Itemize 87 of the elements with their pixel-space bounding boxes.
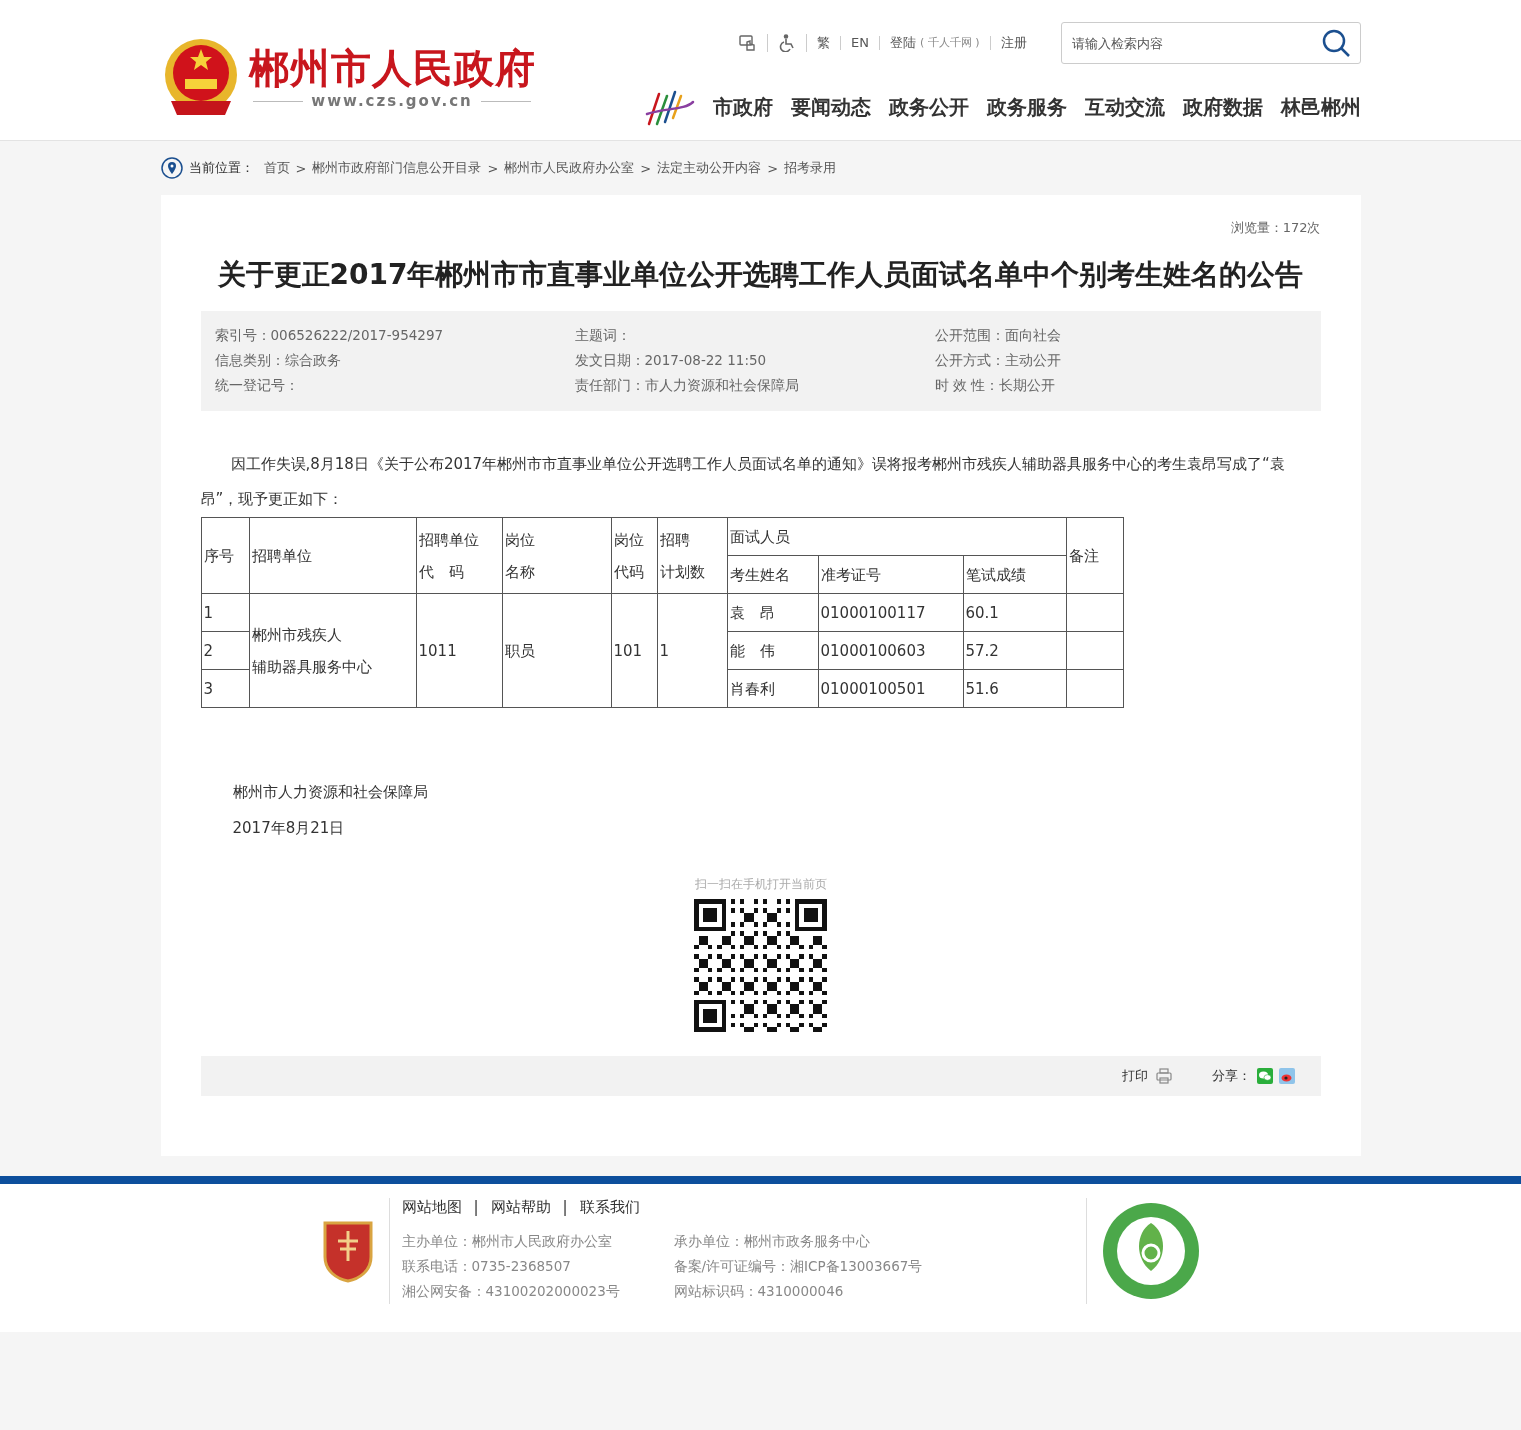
search-icon[interactable] bbox=[1320, 28, 1351, 58]
site-url: www.czs.gov.cn bbox=[253, 92, 531, 110]
nav-tab[interactable]: 林邑郴州 bbox=[1280, 93, 1361, 123]
footer-info: 湘公网安备：43100202000023号 bbox=[401, 1282, 621, 1301]
footer-link[interactable]: 网站地图 bbox=[401, 1198, 462, 1217]
table-cell: 01000100117 bbox=[818, 593, 963, 632]
view-count: 浏览量：172次 bbox=[1229, 219, 1321, 237]
signature-line: 郴州市人力资源和社会保障局 bbox=[232, 782, 429, 803]
breadcrumb-link[interactable]: 法定主动公开内容 bbox=[657, 159, 762, 177]
metadata-field: 责任部门：市人力资源和社会保障局 bbox=[574, 377, 935, 395]
link-separator: | bbox=[562, 1198, 568, 1217]
table-cell: 60.1 bbox=[963, 593, 1066, 632]
table-header-cell: 考生姓名 bbox=[727, 555, 818, 594]
footer-info: 承办单位：郴州市政务服务中心 bbox=[673, 1232, 871, 1251]
search-field[interactable]: 请输入检索内容 bbox=[1060, 22, 1361, 64]
table-cell: 51.6 bbox=[963, 669, 1066, 708]
accessibility-icon[interactable] bbox=[777, 34, 796, 52]
table-header-cell: 岗位 代码 bbox=[611, 517, 657, 594]
footer-link[interactable]: 联系我们 bbox=[579, 1198, 640, 1217]
nav-tab[interactable]: 要闻动态 bbox=[790, 93, 871, 123]
table-cell: 57.2 bbox=[963, 631, 1066, 670]
signature-line: 2017年8月21日 bbox=[232, 818, 346, 839]
metadata-field: 统一登记号： bbox=[214, 377, 575, 395]
metadata-field: 时 效 性：长期公开 bbox=[934, 377, 1307, 395]
breadcrumb-label: 当前位置： bbox=[188, 159, 254, 177]
table-cell: 职员 bbox=[502, 593, 611, 708]
table-header-cell: 序号 bbox=[201, 517, 249, 594]
breadcrumb-separator: > bbox=[640, 160, 652, 176]
article-title: 关于更正2017年郴州市市直事业单位公开选聘工作人员面试名单中个别考生姓名的公告 bbox=[216, 257, 1305, 293]
breadcrumb-link[interactable]: 郴州市政府部门信息公开目录 bbox=[312, 159, 482, 177]
table-header-cell: 面试人员 bbox=[727, 517, 1066, 556]
table-cell: 能 伟 bbox=[727, 631, 818, 670]
table-header-cell: 岗位 名称 bbox=[502, 517, 611, 594]
nav-tab[interactable]: 政务公开 bbox=[888, 93, 969, 123]
print-button[interactable]: 打印 bbox=[1121, 1067, 1148, 1085]
breadcrumb-link[interactable]: 郴州市人民政府办公室 bbox=[504, 159, 635, 177]
table-cell: 101 bbox=[611, 593, 657, 708]
table-cell: 1 bbox=[657, 593, 727, 708]
breadcrumb-separator: > bbox=[767, 160, 779, 176]
footer-info: 备案/许可证编号：湘ICP备13003667号 bbox=[673, 1257, 924, 1276]
colorful-strokes-icon bbox=[644, 88, 695, 128]
eye-logo-icon[interactable] bbox=[1278, 1068, 1295, 1084]
login-link[interactable]: 登陆 ( 千人千网 ) bbox=[879, 36, 991, 50]
share-label: 分享： bbox=[1211, 1067, 1251, 1085]
footer-link[interactable]: 网站帮助 bbox=[490, 1198, 551, 1217]
table-header-cell: 准考证号 bbox=[818, 555, 963, 594]
table-cell: 1 bbox=[201, 593, 249, 632]
article-paragraph: 因工作失误,8月18日《关于公布2017年郴州市市直事业单位公开选聘工作人员面试名单的通知》误将报考郴州市残疾人辅助器具服务中心的考生袁昂写成了“袁昂”，现予更正如下： bbox=[200, 454, 1286, 510]
location-pin-icon bbox=[160, 157, 183, 179]
nav-tab[interactable]: 市政府 bbox=[712, 93, 773, 123]
table-header-cell: 招聘单位 代 码 bbox=[416, 517, 502, 594]
footer-info: 联系电话：0735-2368507 bbox=[401, 1257, 572, 1276]
table-header-cell: 备注 bbox=[1066, 517, 1123, 594]
metadata-field: 公开方式：主动公开 bbox=[934, 352, 1307, 370]
site-name: 郴州市人民政府 bbox=[248, 44, 536, 92]
metadata-field: 公开范围：面向社会 bbox=[934, 327, 1307, 345]
table-cell: 2 bbox=[201, 631, 249, 670]
leaf-badge-icon bbox=[1100, 1201, 1201, 1301]
table-header-cell: 招聘 计划数 bbox=[657, 517, 727, 594]
table-cell: 郴州市残疾人 辅助器具服务中心 bbox=[249, 593, 416, 708]
footer-info: 主办单位：郴州市人民政府办公室 bbox=[401, 1232, 613, 1251]
chat-bubbles-icon[interactable] bbox=[1256, 1068, 1273, 1084]
qr-caption: 扫一扫在手机打开当前页 bbox=[694, 876, 827, 893]
printer-icon[interactable] bbox=[1155, 1068, 1172, 1084]
toolbar-link[interactable]: EN bbox=[840, 36, 880, 50]
breadcrumb-link[interactable]: 招考录用 bbox=[784, 159, 837, 177]
metadata-field: 主题词： bbox=[574, 327, 935, 345]
toolbar-link[interactable]: 繁 bbox=[806, 36, 841, 50]
breadcrumb-separator: > bbox=[487, 160, 499, 176]
table-cell: 3 bbox=[201, 669, 249, 708]
toolbar-link[interactable]: 注册 bbox=[990, 36, 1037, 50]
breadcrumb-link[interactable]: 首页 bbox=[263, 159, 290, 177]
table-cell: 01000100501 bbox=[818, 669, 963, 708]
table-cell: 肖春利 bbox=[727, 669, 818, 708]
nav-tab[interactable]: 政府数据 bbox=[1182, 93, 1263, 123]
breadcrumb-separator: > bbox=[295, 160, 307, 176]
table-cell: 袁 昂 bbox=[727, 593, 818, 632]
nav-tab[interactable]: 政务服务 bbox=[986, 93, 1067, 123]
metadata-field: 信息类别：综合政务 bbox=[214, 352, 575, 370]
table-cell: 01000100603 bbox=[818, 631, 963, 670]
footer-info: 网站标识码：4310000046 bbox=[673, 1282, 845, 1301]
link-separator: | bbox=[473, 1198, 479, 1217]
nav-tab[interactable]: 互动交流 bbox=[1084, 93, 1165, 123]
table-header-cell: 招聘单位 bbox=[249, 517, 416, 594]
table-cell: 1011 bbox=[416, 593, 502, 708]
metadata-field: 发文日期：2017-08-22 11:50 bbox=[574, 352, 935, 370]
metadata-field: 索引号：006526222/2017-954297 bbox=[214, 327, 575, 345]
